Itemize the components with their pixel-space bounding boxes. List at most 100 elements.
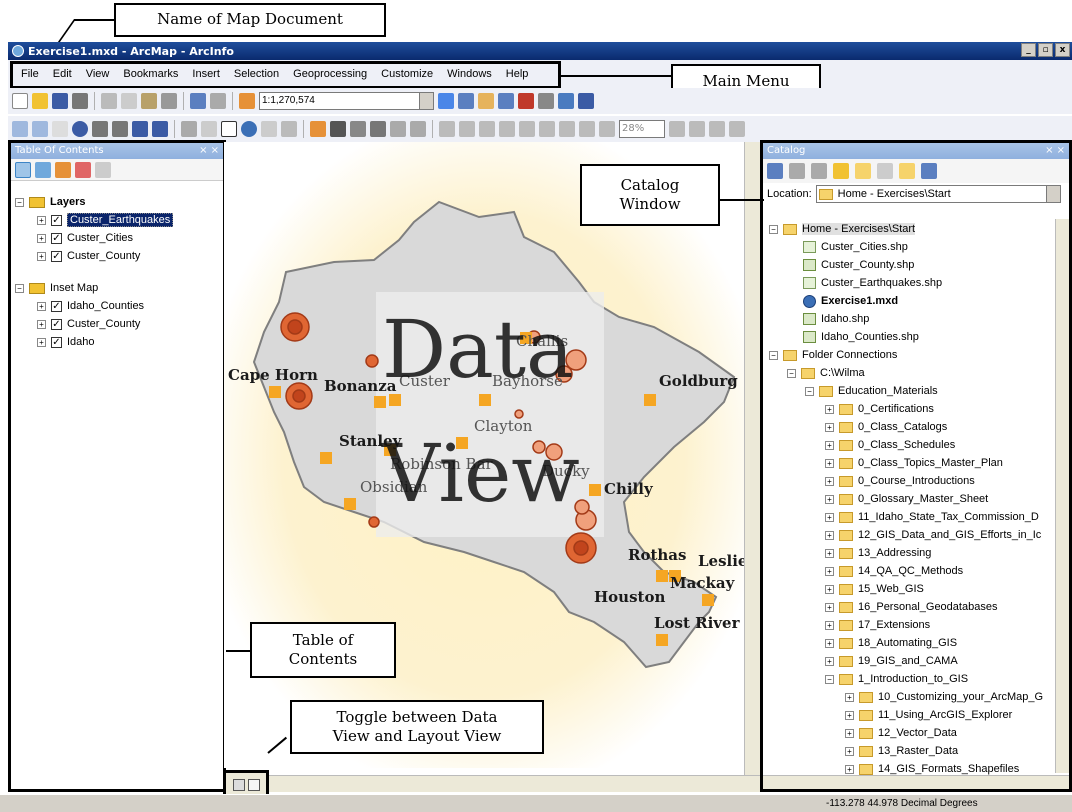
- save-icon[interactable]: [52, 93, 68, 109]
- catalog-folder[interactable]: +0_Certifications: [825, 400, 934, 418]
- forward-extent-icon[interactable]: [152, 121, 168, 137]
- catalog-subfolder[interactable]: +12_Vector_Data: [845, 724, 957, 742]
- location-combobox[interactable]: Home - Exercises\Start: [815, 185, 1061, 203]
- find-icon[interactable]: [330, 121, 346, 137]
- catalog-file[interactable]: Exercise1.mxd: [803, 292, 898, 310]
- find-route-icon[interactable]: [350, 121, 366, 137]
- help-icon[interactable]: [578, 93, 594, 109]
- identify-icon[interactable]: [241, 121, 257, 137]
- catalog-folder[interactable]: +0_Glossary_Master_Sheet: [825, 490, 988, 508]
- html-popup-icon[interactable]: [281, 121, 297, 137]
- expand-icon[interactable]: +: [845, 692, 854, 702]
- map-horizontal-scrollbar[interactable]: [226, 775, 760, 792]
- expand-icon[interactable]: +: [825, 638, 834, 648]
- hyperlink-icon[interactable]: [261, 121, 277, 137]
- expand-icon[interactable]: +: [37, 215, 46, 225]
- copy-icon[interactable]: [121, 93, 137, 109]
- expand-icon[interactable]: +: [825, 404, 834, 414]
- back-arrow-icon[interactable]: [767, 163, 783, 179]
- zoom-whole-page-icon[interactable]: [499, 121, 515, 137]
- expand-icon[interactable]: +: [825, 458, 834, 468]
- data-driven-pages-icon[interactable]: [729, 121, 745, 137]
- catalog-folder[interactable]: +0_Class_Schedules: [825, 436, 955, 454]
- forward-arrow-icon[interactable]: [789, 163, 805, 179]
- modelbuilder-icon[interactable]: [558, 93, 574, 109]
- catalog-file[interactable]: Custer_County.shp: [803, 256, 914, 274]
- collapse-icon[interactable]: −: [769, 224, 778, 234]
- expand-icon[interactable]: +: [37, 233, 46, 243]
- delete-icon[interactable]: [161, 93, 177, 109]
- catalog-file[interactable]: Idaho.shp: [803, 310, 869, 328]
- python-icon[interactable]: [538, 93, 554, 109]
- catalog-folder[interactable]: +16_Personal_Geodatabases: [825, 598, 997, 616]
- expand-icon[interactable]: +: [825, 656, 834, 666]
- toc-layer[interactable]: + ✓ Custer_County: [37, 247, 140, 265]
- map-scale-input[interactable]: 1:1,270,574: [259, 92, 434, 110]
- catalog-folder[interactable]: +17_Extensions: [825, 616, 930, 634]
- table-icon[interactable]: [458, 93, 474, 109]
- expand-icon[interactable]: +: [845, 728, 854, 738]
- expand-icon[interactable]: +: [845, 764, 854, 774]
- fixed-zoom-out-icon[interactable]: [112, 121, 128, 137]
- toc-group-inset-map[interactable]: − Inset Map: [15, 279, 98, 297]
- catalog-folder[interactable]: +19_GIS_and_CAMA: [825, 652, 958, 670]
- catalog-folder[interactable]: +0_Class_Topics_Master_Plan: [825, 454, 1003, 472]
- catalog-folder[interactable]: +13_Addressing: [825, 544, 931, 562]
- toggle-contents-icon[interactable]: [921, 163, 937, 179]
- expand-icon[interactable]: +: [825, 494, 834, 504]
- layout-zoom-out-icon[interactable]: [459, 121, 475, 137]
- expand-icon[interactable]: +: [825, 602, 834, 612]
- arctoolbox-icon[interactable]: [518, 93, 534, 109]
- redo-icon[interactable]: [210, 93, 226, 109]
- editor-toolbar-icon[interactable]: [438, 93, 454, 109]
- layer-visibility-checkbox[interactable]: ✓: [51, 336, 62, 348]
- zoom-out-icon[interactable]: [32, 121, 48, 137]
- toc-layer[interactable]: + ✓ Idaho: [37, 333, 95, 351]
- toc-options-icon[interactable]: [95, 161, 111, 178]
- catalog-subfolder[interactable]: +11_Using_ArcGIS_Explorer: [845, 706, 1012, 724]
- expand-icon[interactable]: +: [845, 746, 854, 756]
- catalog-folder[interactable]: +0_Class_Catalogs: [825, 418, 947, 436]
- maximize-button[interactable]: ▫: [1038, 43, 1053, 57]
- toc-layer[interactable]: + ✓ Custer_Earthquakes: [37, 211, 174, 229]
- close-button[interactable]: x: [1055, 43, 1070, 57]
- zoom-in-icon[interactable]: [12, 121, 28, 137]
- cut-icon[interactable]: [101, 93, 117, 109]
- layer-visibility-checkbox[interactable]: ✓: [51, 318, 62, 330]
- catalog-folder[interactable]: +0_Course_Introductions: [825, 472, 975, 490]
- toc-close-icon[interactable]: × ×: [199, 143, 219, 159]
- layer-visibility-checkbox[interactable]: ✓: [51, 232, 62, 244]
- toggle-draft-icon[interactable]: [669, 121, 685, 137]
- dropdown-arrow-icon[interactable]: [1045, 186, 1060, 202]
- fixed-zoom-in-icon[interactable]: [92, 121, 108, 137]
- toc-group-layers[interactable]: − Layers: [15, 193, 85, 211]
- paste-icon[interactable]: [141, 93, 157, 109]
- catalog-subfolder[interactable]: +13_Raster_Data: [845, 742, 958, 760]
- minimize-button[interactable]: _: [1021, 43, 1036, 57]
- expand-icon[interactable]: +: [37, 337, 46, 347]
- focus-data-frame-icon[interactable]: [689, 121, 705, 137]
- layer-visibility-checkbox[interactable]: ✓: [51, 300, 62, 312]
- back-extent-icon[interactable]: [132, 121, 148, 137]
- expand-icon[interactable]: +: [37, 251, 46, 261]
- expand-icon[interactable]: +: [825, 476, 834, 486]
- clear-selection-icon[interactable]: [201, 121, 217, 137]
- catalog-close-icon[interactable]: × ×: [1045, 143, 1065, 159]
- catalog-file[interactable]: Custer_Earthquakes.shp: [803, 274, 942, 292]
- new-document-icon[interactable]: [12, 93, 28, 109]
- up-one-level-icon[interactable]: [811, 163, 827, 179]
- layout-view-toggle-icon[interactable]: [247, 779, 260, 791]
- toc-layer[interactable]: + ✓ Custer_County: [37, 315, 140, 333]
- time-slider-icon[interactable]: [390, 121, 406, 137]
- collapse-icon[interactable]: −: [769, 350, 778, 360]
- toc-layer[interactable]: + ✓ Idaho_Counties: [37, 297, 144, 315]
- undo-icon[interactable]: [190, 93, 206, 109]
- expand-icon[interactable]: +: [825, 584, 834, 594]
- layout-pan-icon[interactable]: [479, 121, 495, 137]
- catalog-folder[interactable]: − Education_Materials: [805, 382, 938, 400]
- catalog-home-folder[interactable]: − Home - Exercises\Start: [769, 220, 916, 238]
- select-features-icon[interactable]: [181, 121, 197, 137]
- print-icon[interactable]: [72, 93, 88, 109]
- catalog-folder[interactable]: +18_Automating_GIS: [825, 634, 957, 652]
- goto-xy-icon[interactable]: [370, 121, 386, 137]
